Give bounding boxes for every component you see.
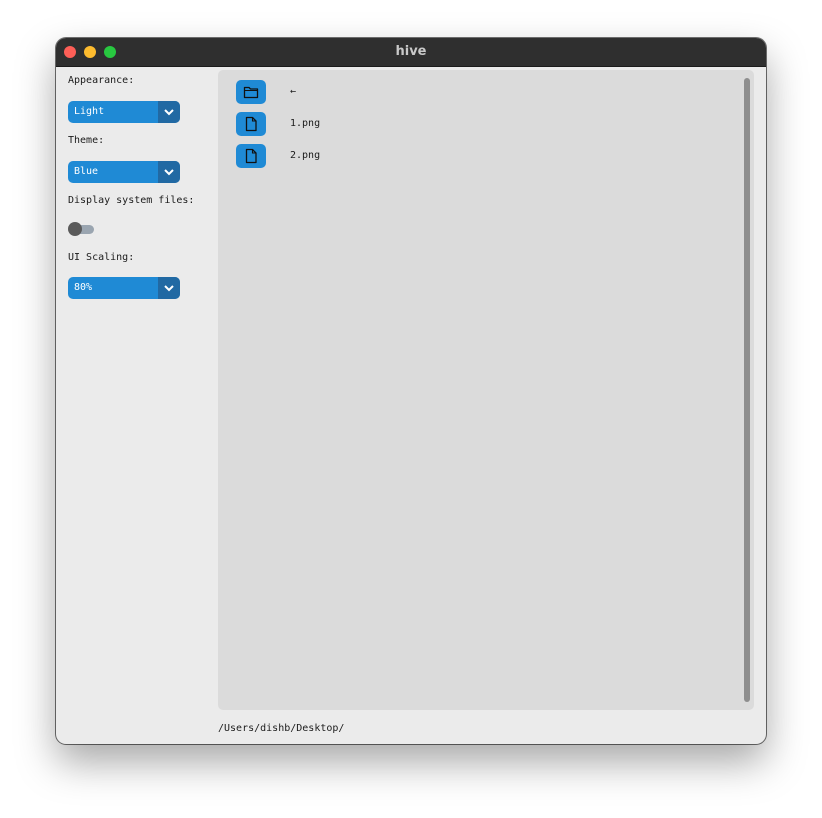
system-files-label: Display system files: [68,195,195,206]
appearance-label: Appearance: [68,75,135,86]
file-icon[interactable] [236,144,266,168]
chevron-down-icon[interactable] [158,277,180,299]
toggle-knob [68,222,82,236]
appearance-dropdown[interactable]: Light [68,101,180,123]
file-browser: ← 1.png 2.png [218,70,754,710]
file-icon[interactable] [236,112,266,136]
scaling-value: 80% [74,282,93,293]
chevron-down-icon[interactable] [158,101,180,123]
app-window: hive Appearance: Light Theme: Blue Displ… [56,38,766,744]
file-row[interactable]: 1.png [236,112,716,136]
current-path: /Users/dishb/Desktop/ [218,723,345,734]
file-name: ← [290,86,297,97]
chevron-down-icon[interactable] [158,161,180,183]
scaling-label: UI Scaling: [68,252,135,263]
scaling-dropdown[interactable]: 80% [68,277,180,299]
file-row[interactable]: 2.png [236,144,716,168]
theme-value: Blue [74,166,99,177]
window-title: hive [395,44,427,59]
file-name: 2.png [290,150,321,161]
title-bar[interactable]: hive [56,38,766,67]
appearance-value: Light [74,106,105,117]
scrollbar[interactable] [744,78,750,702]
folder-icon[interactable] [236,80,266,104]
system-files-toggle[interactable] [68,222,94,236]
file-name: 1.png [290,118,321,129]
theme-label: Theme: [68,135,105,146]
theme-dropdown[interactable]: Blue [68,161,180,183]
file-row-parent[interactable]: ← [236,80,716,104]
